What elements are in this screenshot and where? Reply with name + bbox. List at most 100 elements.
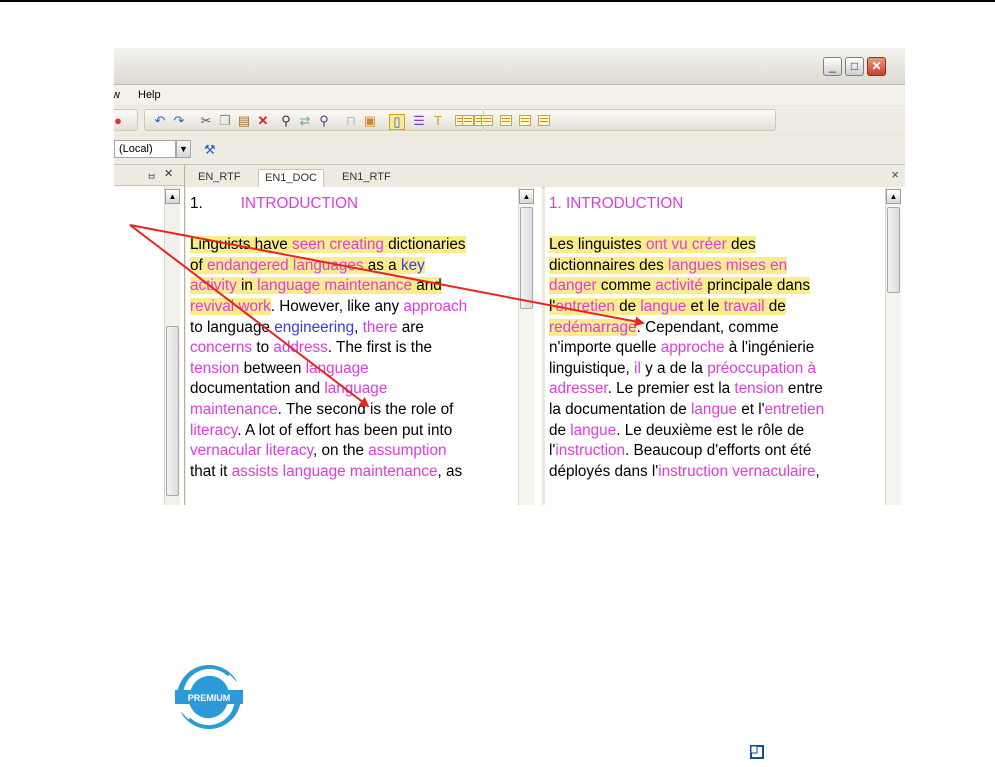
format-icon-6[interactable] — [519, 115, 531, 126]
text-segment: danger — [549, 277, 597, 295]
text-segment: linguistique, — [549, 359, 635, 377]
text-segment: . Le deuxième est le rôle de — [616, 421, 805, 439]
maximize-button[interactable]: □ — [845, 57, 864, 76]
text-segment: de — [549, 421, 571, 439]
menu-item-help[interactable]: Help — [138, 89, 161, 101]
text-segment: dictionnaires des — [549, 256, 669, 274]
minimize-button[interactable]: _ — [823, 57, 842, 76]
paste-icon[interactable]: ▤ — [237, 114, 251, 128]
database-select[interactable]: (Local) — [114, 140, 176, 158]
text-segment: approche — [660, 339, 725, 357]
tab-en1-rtf[interactable]: EN1_RTF — [336, 169, 397, 187]
text-segment: entre — [783, 380, 823, 398]
premium-badge: PREMIUM — [175, 665, 243, 729]
text-segment: instruction vernaculaire — [658, 462, 816, 480]
replace-icon[interactable]: ⇄ — [298, 114, 312, 128]
text-segment: activité — [655, 277, 703, 295]
undo-icon[interactable]: ↶ — [153, 114, 167, 128]
text-segment: documentation and — [190, 380, 325, 398]
text-segment: redémarrage — [549, 318, 637, 336]
pin-icon[interactable]: ㅂ — [147, 168, 156, 183]
text-segment: déployés dans l' — [549, 462, 659, 480]
top-bottom-icon[interactable]: ☰ — [412, 114, 426, 128]
left-pane-scrollbar[interactable]: ▲ — [164, 186, 180, 505]
text-segment: langues mises en — [668, 256, 788, 274]
text-line: that it assists language maintenance, as — [190, 462, 467, 483]
text-segment: n'importe quelle — [549, 339, 661, 357]
text-line: l'entretien de langue et le travail de — [549, 297, 824, 318]
heading-text: INTRODUCTION — [240, 195, 359, 212]
open-icon[interactable]: ● — [114, 114, 125, 128]
chevron-down-icon[interactable]: ▼ — [176, 140, 191, 158]
text-line: déployés dans l'instruction vernaculaire… — [549, 462, 824, 483]
highlight-icon[interactable]: T — [431, 114, 445, 128]
find-next-icon[interactable]: ⚲ — [317, 114, 331, 128]
text-line: n'importe quelle approche à l'ingénierie — [549, 338, 824, 359]
text-line: documentation and language — [190, 379, 467, 400]
scroll-thumb[interactable] — [887, 207, 900, 293]
scroll-thumb[interactable] — [166, 326, 179, 496]
source-scrollbar[interactable]: ▲ — [518, 187, 534, 505]
text-segment: language maintenance — [257, 277, 412, 295]
document-corner-icon — [750, 745, 764, 759]
text-line: vernacular literacy, on the assumption — [190, 441, 467, 462]
text-segment: langue — [570, 421, 617, 439]
scroll-thumb[interactable] — [520, 207, 533, 309]
text-segment: to — [252, 339, 274, 357]
text-line: adresser. Le premier est la tension entr… — [549, 379, 824, 400]
text-line: Linguists have seen creating dictionarie… — [190, 235, 467, 256]
text-segment: of — [190, 256, 208, 274]
text-segment: à l'ingénierie — [724, 339, 815, 357]
text-segment: that it — [190, 462, 232, 480]
target-document-panel[interactable]: 1. INTRODUCTION Les linguistes ont vu cr… — [545, 187, 905, 505]
delete-icon[interactable]: ✕ — [256, 114, 270, 128]
tab-en1-doc[interactable]: EN1_DOC — [258, 169, 324, 188]
lock-icon[interactable]: ▣ — [363, 114, 377, 128]
text-segment: language — [324, 380, 388, 398]
format-icon-5[interactable] — [500, 115, 512, 126]
text-segment: . Beaucoup d'efforts ont été — [625, 442, 812, 460]
toolbar-group-edit: ↶ ↷ ✂ ❐ ▤ ✕ ⚲ ⇄ ⚲ ⊓ ▣ ▯ ☰ T — [144, 109, 486, 131]
close-window-button[interactable]: ✕ — [867, 57, 886, 76]
copy-icon[interactable]: ❐ — [218, 114, 232, 128]
text-segment: Les linguistes — [549, 236, 646, 254]
text-segment: , — [354, 318, 363, 336]
text-line: activity in language maintenance and — [190, 276, 467, 297]
cut-icon[interactable]: ✂ — [199, 114, 213, 128]
text-segment: , on the — [313, 442, 369, 460]
text-segment: activity — [190, 277, 237, 295]
text-segment: key — [400, 256, 425, 274]
tab-en-rtf[interactable]: EN_RTF — [192, 169, 247, 187]
scroll-up-icon[interactable]: ▲ — [519, 189, 534, 204]
find-icon[interactable]: ⚲ — [279, 114, 293, 128]
target-heading: 1. INTRODUCTION — [549, 195, 684, 212]
close-tab-icon[interactable]: × — [891, 167, 899, 182]
scroll-up-icon[interactable]: ▲ — [165, 189, 180, 204]
format-icon-3[interactable] — [462, 115, 474, 126]
text-segment: . The first is the — [327, 339, 433, 357]
text-segment: are — [397, 318, 424, 336]
document-tabs: EN_RTF EN1_DOC EN1_RTF × — [186, 165, 905, 188]
redo-icon[interactable]: ↷ — [172, 114, 186, 128]
text-segment: , — [815, 462, 820, 480]
text-segment: de — [764, 297, 786, 315]
target-text: 1. INTRODUCTION Les linguistes ont vu cr… — [549, 194, 824, 482]
format-icon-7[interactable] — [538, 115, 550, 126]
title-bar: _ □ ✕ — [114, 48, 905, 85]
side-by-side-icon[interactable]: ▯ — [389, 114, 405, 130]
scroll-up-icon[interactable]: ▲ — [886, 189, 901, 204]
text-segment: revival work — [190, 297, 271, 315]
text-segment: principale dans — [702, 277, 811, 295]
text-line: la documentation de langue et l'entretie… — [549, 400, 824, 421]
text-segment: . Cependant, comme — [636, 318, 779, 336]
tools-icon[interactable]: ⚒ — [204, 142, 216, 158]
format-icon-4[interactable] — [481, 115, 493, 126]
text-segment: langue — [691, 400, 737, 418]
text-segment: engineering — [274, 318, 355, 336]
menu-item-view[interactable]: w — [114, 89, 120, 101]
text-line: dictionnaires des langues mises en — [549, 256, 824, 277]
pane-close-icon[interactable]: ✕ — [164, 167, 173, 180]
text-segment: préoccupation à — [707, 359, 817, 377]
target-scrollbar[interactable]: ▲ — [885, 187, 901, 505]
source-document-panel[interactable]: 1. INTRODUCTION Linguists have seen creat… — [186, 187, 542, 505]
